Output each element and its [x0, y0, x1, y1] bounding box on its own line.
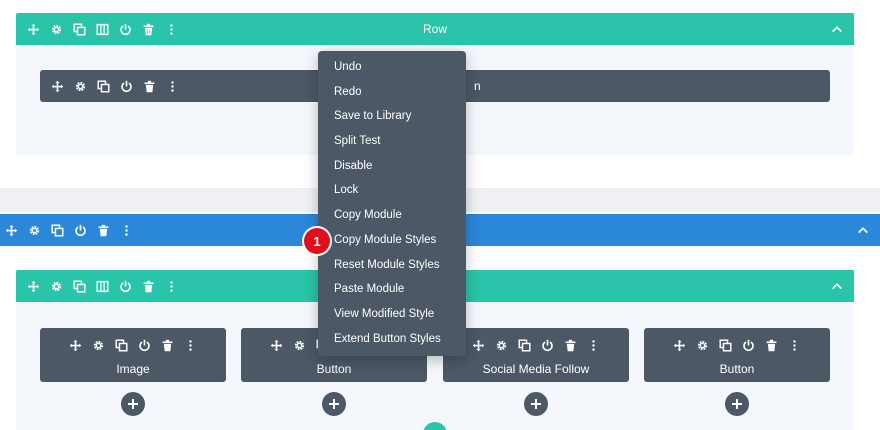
duplicate-icon[interactable]	[72, 22, 86, 36]
module-toolbar	[40, 79, 179, 93]
move-icon[interactable]	[26, 279, 40, 293]
menu-item-disable[interactable]: Disable	[318, 154, 466, 179]
module-toolbar	[644, 338, 830, 352]
menu-item-extend-button-styles[interactable]: Extend Button Styles	[318, 327, 466, 352]
settings-icon[interactable]	[49, 279, 63, 293]
trash-icon[interactable]	[142, 79, 156, 93]
power-icon[interactable]	[541, 338, 555, 352]
columns-icon[interactable]	[95, 279, 109, 293]
settings-icon[interactable]	[73, 79, 87, 93]
module-toolbar	[443, 338, 629, 352]
menu-item-copy-module[interactable]: Copy Module	[318, 203, 466, 228]
settings-icon[interactable]	[696, 338, 710, 352]
move-icon[interactable]	[270, 338, 284, 352]
add-module-button[interactable]	[524, 392, 548, 416]
duplicate-icon[interactable]	[115, 338, 129, 352]
settings-icon[interactable]	[49, 22, 63, 36]
module-label: Social Media Follow	[482, 362, 590, 376]
trash-icon[interactable]	[161, 338, 175, 352]
collapse-chevron-icon[interactable]	[830, 22, 844, 36]
trash-icon[interactable]	[564, 338, 578, 352]
power-icon[interactable]	[742, 338, 756, 352]
menu-item-redo[interactable]: Redo	[318, 80, 466, 105]
menu-item-split-test[interactable]: Split Test	[318, 129, 466, 154]
trash-icon[interactable]	[141, 22, 155, 36]
more-options-icon[interactable]	[119, 223, 133, 237]
module-label: Image	[116, 362, 150, 376]
move-icon[interactable]	[673, 338, 687, 352]
module-card-button-2[interactable]: Button	[644, 328, 830, 382]
duplicate-icon[interactable]	[50, 223, 64, 237]
menu-item-undo[interactable]: Undo	[318, 55, 466, 80]
more-options-icon[interactable]	[164, 279, 178, 293]
columns-icon[interactable]	[95, 22, 109, 36]
duplicate-icon[interactable]	[72, 279, 86, 293]
top-row-bar[interactable]: Row	[16, 13, 854, 45]
menu-item-save-to-library[interactable]: Save to Library	[318, 104, 466, 129]
row-toolbar	[16, 22, 178, 36]
module-label: Button	[719, 362, 755, 376]
plus-icon	[128, 399, 138, 409]
menu-item-lock[interactable]: Lock	[318, 178, 466, 203]
more-options-icon[interactable]	[587, 338, 601, 352]
trash-icon[interactable]	[141, 279, 155, 293]
menu-item-copy-module-styles[interactable]: Copy Module Styles	[318, 228, 466, 253]
more-options-icon[interactable]	[164, 22, 178, 36]
more-options-icon[interactable]	[165, 79, 179, 93]
trash-icon[interactable]	[765, 338, 779, 352]
plus-icon	[329, 399, 339, 409]
section-toolbar	[0, 223, 133, 237]
plus-icon	[531, 399, 541, 409]
settings-icon[interactable]	[293, 338, 307, 352]
settings-icon[interactable]	[495, 338, 509, 352]
power-icon[interactable]	[119, 79, 133, 93]
plus-icon	[732, 399, 742, 409]
more-options-icon[interactable]	[184, 338, 198, 352]
step-number-badge: 1	[304, 228, 330, 254]
menu-item-paste-module[interactable]: Paste Module	[318, 277, 466, 302]
more-options-icon[interactable]	[788, 338, 802, 352]
add-module-button[interactable]	[121, 392, 145, 416]
settings-icon[interactable]	[27, 223, 41, 237]
trash-icon[interactable]	[96, 223, 110, 237]
module-card-social-media-follow[interactable]: Social Media Follow	[443, 328, 629, 382]
collapse-chevron-icon[interactable]	[830, 279, 844, 293]
settings-icon[interactable]	[92, 338, 106, 352]
move-icon[interactable]	[50, 79, 64, 93]
row-toolbar	[16, 279, 178, 293]
context-menu: Undo Redo Save to Library Split Test Dis…	[318, 51, 466, 356]
power-icon[interactable]	[118, 22, 132, 36]
power-icon[interactable]	[73, 223, 87, 237]
module-label: Button	[316, 362, 352, 376]
duplicate-icon[interactable]	[96, 79, 110, 93]
move-icon[interactable]	[472, 338, 486, 352]
duplicate-icon[interactable]	[518, 338, 532, 352]
collapse-chevron-icon[interactable]	[856, 223, 870, 237]
add-module-button[interactable]	[725, 392, 749, 416]
menu-item-view-modified-style[interactable]: View Modified Style	[318, 302, 466, 327]
power-icon[interactable]	[138, 338, 152, 352]
module-toolbar	[40, 338, 226, 352]
move-icon[interactable]	[69, 338, 83, 352]
add-module-button[interactable]	[322, 392, 346, 416]
module-card-image[interactable]: Image	[40, 328, 226, 382]
move-icon[interactable]	[4, 223, 18, 237]
power-icon[interactable]	[118, 279, 132, 293]
module-title: n	[474, 79, 481, 93]
move-icon[interactable]	[26, 22, 40, 36]
menu-item-reset-module-styles[interactable]: Reset Module Styles	[318, 253, 466, 278]
duplicate-icon[interactable]	[719, 338, 733, 352]
